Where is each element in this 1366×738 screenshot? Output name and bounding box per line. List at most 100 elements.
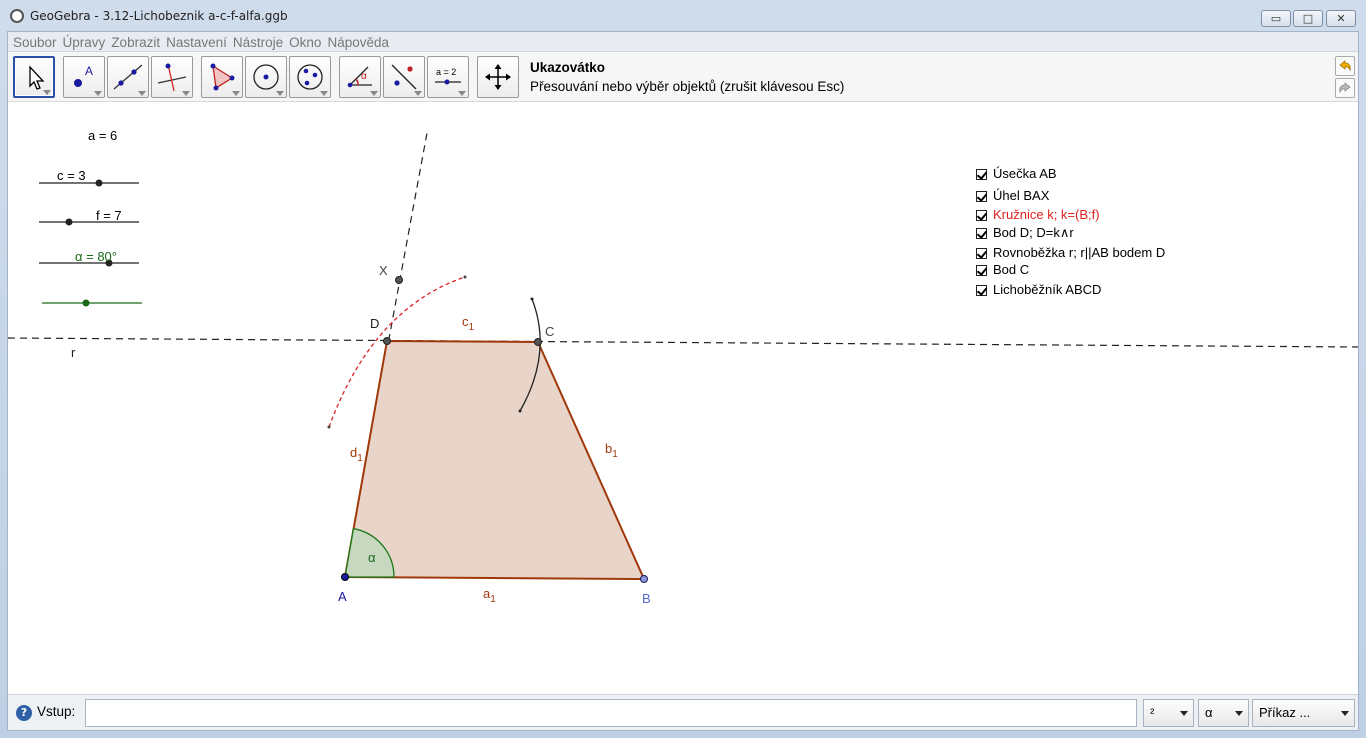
circle-tool-button[interactable] — [245, 56, 287, 98]
undo-icon — [1339, 60, 1351, 72]
circle-icon — [253, 64, 279, 90]
maximize-button[interactable]: □ — [1293, 10, 1323, 27]
point-c[interactable] — [534, 338, 542, 346]
checkbox-usecka-ab[interactable] — [976, 169, 987, 180]
menu-upravy[interactable]: Úpravy — [63, 33, 106, 52]
polygon-icon — [210, 63, 235, 91]
close-button[interactable]: ✕ — [1326, 10, 1356, 27]
label-b: B — [642, 591, 651, 606]
dropdown-triangle-icon — [43, 90, 51, 95]
checkbox-rovnobezka-r[interactable] — [976, 248, 987, 259]
arc-endpoint — [327, 425, 331, 429]
slider-c-label: c = 3 — [57, 168, 86, 183]
label-r: r — [71, 345, 76, 360]
slider-c-handle[interactable] — [65, 218, 73, 226]
dropdown-triangle-icon — [182, 91, 190, 96]
title-bar: GeoGebra - 3.12-Lichobeznik a-c-f-alfa.g… — [0, 0, 1366, 32]
dropdown-triangle-icon — [320, 91, 328, 96]
dropdown-triangle-icon — [458, 91, 466, 96]
menu-soubor[interactable]: Soubor — [13, 33, 57, 52]
menu-nastaveni[interactable]: Nastavení — [166, 33, 227, 52]
minimize-button[interactable]: ▭ — [1261, 10, 1291, 27]
checkbox-label[interactable]: Rovnoběžka r; r||AB bodem D — [993, 245, 1165, 260]
label-x: X — [379, 263, 388, 278]
perpendicular-line-icon — [157, 63, 187, 92]
line-icon — [113, 64, 143, 90]
checkbox-label[interactable]: Kružnice k; k=(B;f) — [993, 207, 1100, 222]
point-b[interactable] — [640, 575, 648, 583]
command-dropdown-value: Příkaz ... — [1259, 705, 1311, 720]
point-tool-button[interactable]: A — [63, 56, 105, 98]
point-a[interactable] — [341, 573, 349, 581]
checkbox-label[interactable]: Lichoběžník ABCD — [993, 282, 1101, 297]
line-r[interactable] — [8, 337, 1358, 348]
point-x[interactable] — [395, 276, 403, 284]
menu-zobrazit[interactable]: Zobrazit — [111, 33, 160, 52]
slider-alpha-label: α = 80° — [75, 249, 117, 264]
symbol-dropdown[interactable]: α — [1198, 699, 1249, 727]
menu-nastroje[interactable]: Nástroje — [233, 33, 283, 52]
undo-button[interactable] — [1335, 56, 1355, 76]
polygon-tool-button[interactable] — [201, 56, 243, 98]
label-d: D — [370, 316, 379, 331]
slider-icon: a = 2 — [435, 67, 461, 85]
dropdown-triangle-icon — [232, 91, 240, 96]
move-view-icon — [485, 64, 511, 90]
dropdown-triangle-icon — [370, 91, 378, 96]
line-tool-button[interactable] — [107, 56, 149, 98]
slider-alpha-handle[interactable] — [82, 299, 90, 307]
checkbox-label[interactable]: Úhel BAX — [993, 188, 1049, 203]
label-c: C — [545, 324, 554, 339]
checkbox-kruznice-k[interactable] — [976, 210, 987, 221]
power-dropdown[interactable]: ² — [1143, 699, 1194, 727]
angle-tool-button[interactable]: α — [339, 56, 381, 98]
slider-a-handle[interactable] — [95, 179, 103, 187]
chevron-down-icon — [1341, 711, 1349, 716]
reflect-tool-button[interactable] — [383, 56, 425, 98]
move-view-tool-button[interactable] — [477, 56, 519, 98]
power-dropdown-value: ² — [1150, 705, 1155, 720]
circle-three-points-icon — [297, 64, 323, 90]
checkbox-label[interactable]: Bod C — [993, 262, 1029, 277]
arc-endpoint — [518, 409, 522, 413]
perpendicular-tool-button[interactable] — [151, 56, 193, 98]
command-dropdown[interactable]: Příkaz ... — [1252, 699, 1355, 727]
symbol-dropdown-value: α — [1205, 705, 1213, 720]
chevron-down-icon — [1180, 711, 1188, 716]
menu-napoveda[interactable]: Nápověda — [327, 33, 389, 52]
dropdown-triangle-icon — [414, 91, 422, 96]
reflect-icon — [391, 64, 417, 90]
app-window: GeoGebra - 3.12-Lichobeznik a-c-f-alfa.g… — [0, 0, 1366, 738]
dropdown-triangle-icon — [276, 91, 284, 96]
dropdown-triangle-icon — [94, 91, 102, 96]
point-d[interactable] — [383, 337, 391, 345]
trapezoid-abcd[interactable] — [343, 339, 646, 581]
menu-okno[interactable]: Okno — [289, 33, 321, 52]
slider-icon-label: a = 2 — [436, 67, 456, 77]
input-bar: ? Vstup: ² α Příkaz ... — [8, 694, 1358, 730]
active-tool-help: Přesouvání nebo výběr objektů (zrušit kl… — [530, 79, 845, 94]
command-input[interactable] — [85, 699, 1137, 727]
geometry-canvas: X D C A B r α c1 a1 b1 d1 — [8, 132, 1358, 606]
svg-text:A: A — [85, 64, 93, 78]
checkbox-bod-c[interactable] — [976, 265, 987, 276]
conic-tool-button[interactable] — [289, 56, 331, 98]
checkbox-lichobeznik[interactable] — [976, 285, 987, 296]
checkbox-label[interactable]: Úsečka AB — [993, 166, 1057, 181]
checkbox-label[interactable]: Bod D; D=k∧r — [993, 225, 1074, 241]
checkbox-uhel-bax[interactable] — [976, 191, 987, 202]
redo-button[interactable] — [1335, 78, 1355, 98]
geogebra-logo-icon — [10, 9, 24, 23]
toolbar: A α a = 2 Ukazovátko Přesouvání nebo výb… — [8, 52, 1358, 102]
checkbox-bod-d[interactable] — [976, 228, 987, 239]
angle-icon: α — [347, 66, 372, 88]
input-label: Vstup: — [37, 704, 76, 719]
arc-endpoint — [530, 297, 534, 301]
move-tool-button[interactable] — [13, 56, 55, 98]
graphics-view[interactable]: a = 6 X D C A B r α c1 a1 b1 d1 c = 3 f … — [8, 103, 1358, 694]
window-title: GeoGebra - 3.12-Lichobeznik a-c-f-alfa.g… — [30, 9, 288, 23]
slider-tool-button[interactable]: a = 2 — [427, 56, 469, 98]
label-alpha: α — [368, 550, 376, 565]
help-icon[interactable]: ? — [16, 705, 32, 721]
client-area: Soubor Úpravy Zobrazit Nastavení Nástroje Okn… — [7, 31, 1359, 731]
